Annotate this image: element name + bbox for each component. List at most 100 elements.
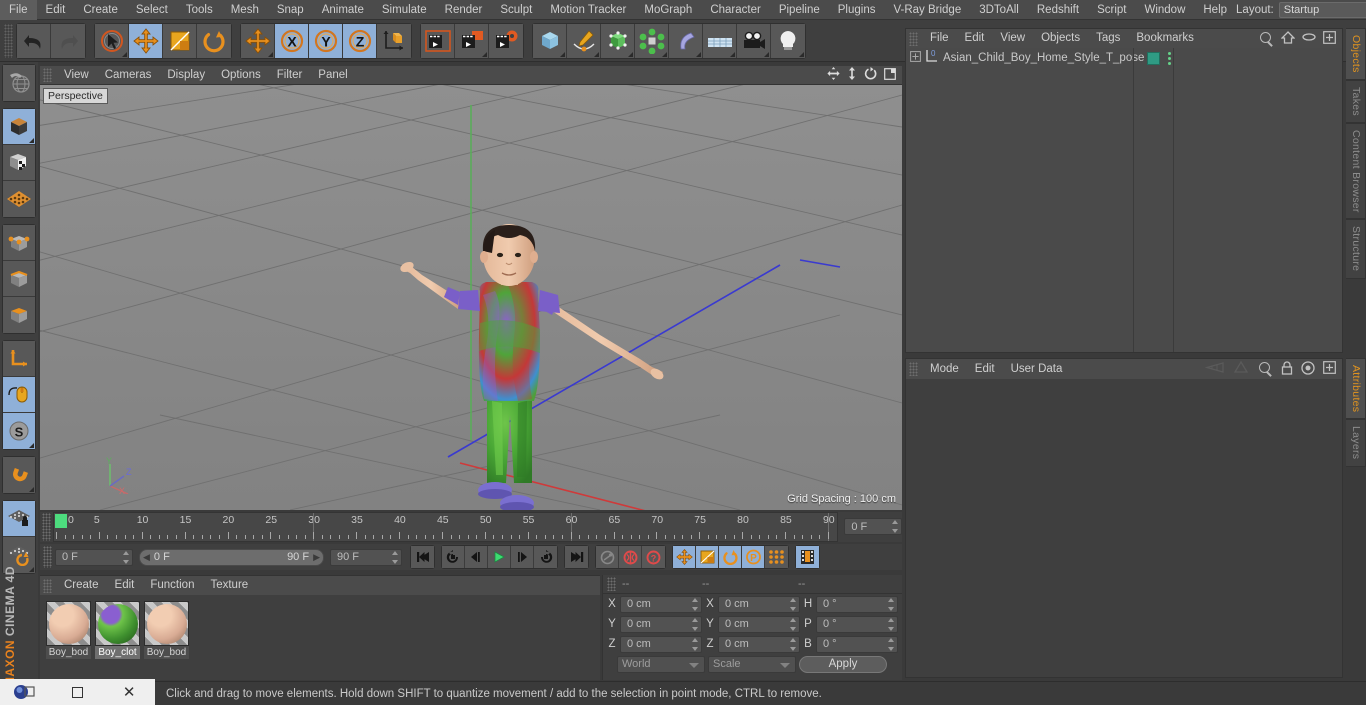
lock-icon[interactable]	[1281, 360, 1293, 378]
menu-3dtoall[interactable]: 3DToAll	[970, 0, 1028, 20]
light-icon[interactable]	[771, 23, 805, 58]
menu-v-ray-bridge[interactable]: V-Ray Bridge	[884, 0, 970, 20]
timeline-ruler[interactable]: 051015202530354045505560657075808590	[52, 512, 839, 542]
coord-spinner[interactable]	[788, 597, 797, 611]
live-selection-icon[interactable]	[95, 23, 129, 58]
coordinate-mode-select[interactable]: Scale	[708, 655, 796, 673]
menu-script[interactable]: Script	[1088, 0, 1135, 20]
material-menu-texture[interactable]: Texture	[202, 576, 256, 595]
maximize-viewport-icon[interactable]	[884, 67, 896, 83]
frame-spinner[interactable]	[890, 520, 899, 533]
previous-keyframe-icon[interactable]	[442, 546, 465, 568]
next-keyframe-icon[interactable]	[534, 546, 557, 568]
ellipse-icon[interactable]	[1302, 32, 1316, 45]
nurbs-icon[interactable]	[601, 23, 635, 58]
plus-box-icon[interactable]	[1323, 361, 1336, 377]
range-right-arrow-icon[interactable]: ▶	[313, 552, 320, 563]
coord-field-rotation[interactable]: 0 °	[816, 615, 898, 633]
tab-takes[interactable]: Takes	[1346, 79, 1366, 123]
material-item[interactable]: Boy_bod	[46, 601, 91, 659]
undo-view-icon[interactable]	[3, 65, 35, 101]
apply-button[interactable]: Apply	[799, 655, 887, 673]
viewport-menu-filter[interactable]: Filter	[269, 66, 311, 85]
menu-animate[interactable]: Animate	[313, 0, 373, 20]
preview-start-field[interactable]: 0 F	[55, 548, 133, 566]
object-menu-objects[interactable]: Objects	[1033, 29, 1088, 48]
object-menu-file[interactable]: File	[922, 29, 957, 48]
prev-history-icon[interactable]	[1204, 361, 1225, 377]
tab-layers[interactable]: Layers	[1346, 419, 1366, 467]
floor-icon[interactable]	[703, 23, 737, 58]
object-tree[interactable]: 0 Asian_Child_Boy_Home_Style_T_pose	[906, 48, 1342, 352]
render-view-icon[interactable]	[421, 23, 455, 58]
viewport-menu-display[interactable]: Display	[159, 66, 213, 85]
render-picture-viewer-icon[interactable]	[455, 23, 489, 58]
tab-objects[interactable]: Objects	[1346, 28, 1366, 80]
rotate-tool-button[interactable]	[197, 23, 231, 58]
coord-field-position[interactable]: 0 cm	[620, 595, 702, 613]
go-to-start-icon[interactable]	[411, 546, 434, 568]
playbar-grip[interactable]	[43, 546, 52, 568]
menu-character[interactable]: Character	[701, 0, 770, 20]
range-left-arrow-icon[interactable]: ◀	[143, 552, 150, 563]
points-mode-icon[interactable]	[3, 225, 35, 261]
menu-redshift[interactable]: Redshift	[1028, 0, 1088, 20]
menu-snap[interactable]: Snap	[268, 0, 313, 20]
coord-spinner[interactable]	[690, 637, 699, 651]
c4d-app-icon[interactable]	[0, 679, 52, 705]
viewport-canvas[interactable]: Perspective Grid Spacing : 100 cm Y Z X	[40, 85, 902, 510]
soft-selection-icon[interactable]: S	[3, 413, 35, 449]
workplane-mode-icon[interactable]	[3, 181, 35, 217]
viewport-menu-cameras[interactable]: Cameras	[97, 66, 160, 85]
attribute-manager-grip[interactable]	[909, 362, 918, 376]
toolbar-grip[interactable]	[4, 23, 13, 58]
material-manager-grip[interactable]	[43, 578, 52, 593]
coord-spinner[interactable]	[788, 617, 797, 631]
plus-box-icon[interactable]	[1323, 30, 1336, 47]
polygons-mode-icon[interactable]	[3, 297, 35, 333]
next-frame-icon[interactable]	[511, 546, 534, 568]
attribute-menu-mode[interactable]: Mode	[922, 359, 967, 379]
world-coordinates-icon[interactable]	[377, 23, 411, 58]
keyframe-selection-icon[interactable]: ?	[642, 546, 665, 568]
object-menu-edit[interactable]: Edit	[957, 29, 993, 48]
target-icon[interactable]	[1301, 360, 1315, 378]
menu-render[interactable]: Render	[436, 0, 492, 20]
search-icon[interactable]	[1257, 361, 1273, 377]
object-menu-view[interactable]: View	[992, 29, 1033, 48]
render-settings-icon[interactable]	[489, 23, 523, 58]
previous-frame-icon[interactable]	[465, 546, 488, 568]
attribute-menu-edit[interactable]: Edit	[967, 359, 1003, 379]
close-window-icon[interactable]: ✕	[103, 679, 155, 705]
menu-window[interactable]: Window	[1135, 0, 1194, 20]
object-menu-bookmarks[interactable]: Bookmarks	[1128, 29, 1202, 48]
menu-pipeline[interactable]: Pipeline	[770, 0, 829, 20]
menu-edit[interactable]: Edit	[37, 0, 75, 20]
coord-spinner[interactable]	[788, 637, 797, 651]
spline-pen-icon[interactable]	[567, 23, 601, 58]
material-menu-edit[interactable]: Edit	[107, 576, 143, 595]
preview-end-field[interactable]: 90 F	[330, 548, 402, 566]
preview-range-slider[interactable]: ◀ 0 F 90 F ▶	[139, 548, 324, 566]
snap-magnet-icon[interactable]	[3, 457, 35, 493]
menu-select[interactable]: Select	[127, 0, 177, 20]
cube-primitive-icon[interactable]	[533, 23, 567, 58]
menu-sculpt[interactable]: Sculpt	[491, 0, 541, 20]
timeline-grip[interactable]	[42, 513, 51, 541]
menu-motion-tracker[interactable]: Motion Tracker	[541, 0, 635, 20]
tab-content-browser[interactable]: Content Browser	[1346, 122, 1366, 220]
coord-field-position[interactable]: 0 cm	[620, 615, 702, 633]
tab-attributes[interactable]: Attributes	[1346, 358, 1366, 420]
texture-mode-icon[interactable]	[3, 145, 35, 181]
workplane-lock-icon[interactable]	[3, 501, 35, 537]
attribute-menu-user-data[interactable]: User Data	[1003, 359, 1071, 379]
viewport-menu-view[interactable]: View	[56, 66, 97, 85]
viewport-menu-options[interactable]: Options	[213, 66, 269, 85]
coord-spinner[interactable]	[886, 637, 895, 651]
move-camera-icon[interactable]	[827, 67, 840, 83]
menu-simulate[interactable]: Simulate	[373, 0, 436, 20]
material-item[interactable]: Boy_bod	[144, 601, 189, 659]
move-axis-button[interactable]	[241, 23, 275, 58]
next-history-icon[interactable]	[1233, 360, 1249, 377]
coord-field-size[interactable]: 0 cm	[718, 635, 800, 653]
